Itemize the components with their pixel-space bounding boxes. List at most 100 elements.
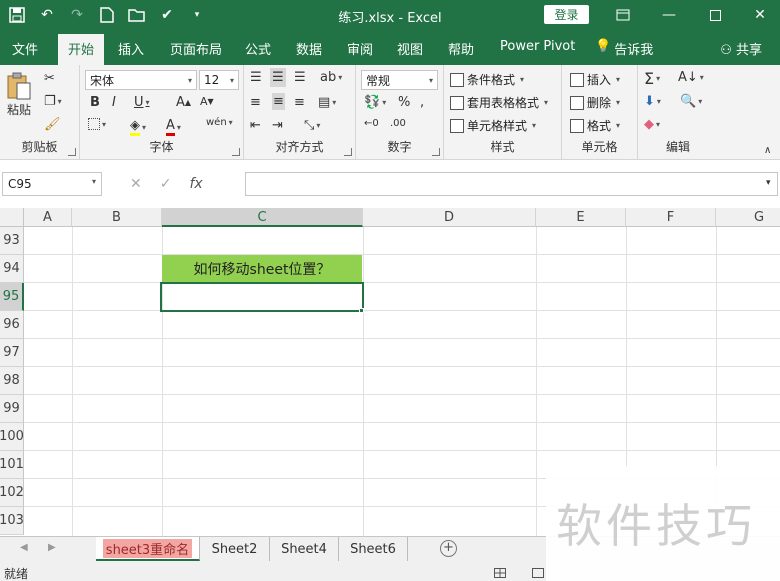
insert-function-icon[interactable]: fx: [189, 176, 202, 192]
align-center-icon[interactable]: ≡: [272, 93, 285, 110]
active-cell-c95[interactable]: [160, 282, 364, 312]
minimize-icon[interactable]: —: [654, 3, 684, 27]
format-cells-button[interactable]: 格式 ▾: [570, 117, 620, 134]
italic-icon[interactable]: I: [112, 95, 116, 110]
scroll-sheets-left-icon[interactable]: ◀: [20, 542, 28, 553]
row-header-101[interactable]: 101: [0, 451, 24, 479]
clipboard-launcher-icon[interactable]: [68, 148, 76, 156]
name-box[interactable]: C95 ▾: [2, 172, 102, 196]
scroll-sheets-right-icon[interactable]: ▶: [48, 542, 56, 553]
tab-formulas[interactable]: 公式: [245, 39, 271, 58]
column-header-c[interactable]: C: [162, 208, 363, 227]
confirm-formula-icon[interactable]: ✓: [160, 176, 172, 192]
row-header-95[interactable]: 95: [0, 283, 24, 311]
collapse-ribbon-icon[interactable]: ∧: [764, 145, 771, 156]
cell-styles-button[interactable]: 单元格样式 ▾: [450, 117, 536, 134]
tab-page-layout[interactable]: 页面布局: [170, 39, 222, 58]
conditional-formatting-button[interactable]: 条件格式 ▾: [450, 71, 524, 88]
formula-input[interactable]: [245, 172, 778, 196]
alignment-launcher-icon[interactable]: [344, 148, 352, 156]
cut-icon[interactable]: ✂: [44, 71, 55, 86]
fill-color-icon[interactable]: ◈ ▾: [130, 118, 146, 136]
font-name-select[interactable]: 宋体 ▾: [85, 70, 197, 90]
sheet-tab-sheet3[interactable]: sheet3重命名: [96, 537, 200, 561]
autosum-icon[interactable]: Σ ▾: [644, 69, 660, 88]
percent-icon[interactable]: %: [398, 95, 410, 110]
align-middle-icon[interactable]: ☰: [270, 68, 286, 87]
tab-view[interactable]: 视图: [397, 39, 423, 58]
close-icon[interactable]: ✕: [745, 3, 775, 27]
fill-icon[interactable]: ⬇ ▾: [644, 94, 661, 109]
number-launcher-icon[interactable]: [432, 148, 440, 156]
row-header-102[interactable]: 102: [0, 479, 24, 507]
font-color-icon[interactable]: A ▾: [166, 118, 181, 136]
comma-style-icon[interactable]: ,: [420, 95, 424, 110]
normal-view-icon[interactable]: [488, 564, 512, 581]
row-header-99[interactable]: 99: [0, 395, 24, 423]
column-header-e[interactable]: E: [536, 208, 626, 227]
sort-filter-icon[interactable]: A↓ ▾: [678, 70, 704, 85]
share-button[interactable]: ⚇ 共享: [720, 39, 762, 58]
fill-handle[interactable]: [359, 308, 364, 313]
decrease-font-icon[interactable]: A ▼: [200, 95, 214, 108]
paste-button[interactable]: 粘贴: [6, 71, 32, 118]
format-painter-icon[interactable]: 🖌: [44, 117, 61, 132]
maximize-icon[interactable]: [700, 3, 730, 27]
underline-icon[interactable]: U ▾: [134, 95, 150, 110]
align-left-icon[interactable]: ≡: [250, 95, 261, 110]
tab-data[interactable]: 数据: [296, 39, 322, 58]
format-as-table-button[interactable]: 套用表格格式 ▾: [450, 94, 548, 111]
tab-power-pivot[interactable]: Power Pivot: [500, 39, 575, 54]
tab-help[interactable]: 帮助: [448, 39, 474, 58]
column-header-f[interactable]: F: [626, 208, 716, 227]
borders-icon[interactable]: ▾: [88, 118, 106, 130]
increase-indent-icon[interactable]: ⇥: [272, 118, 283, 133]
sheet-tab-sheet2[interactable]: Sheet2: [200, 537, 270, 561]
phonetic-guide-icon[interactable]: wén ▾: [206, 117, 233, 128]
ribbon-display-options-icon[interactable]: [608, 3, 638, 27]
cell-c94[interactable]: 如何移动sheet位置？: [162, 255, 362, 283]
row-header-97[interactable]: 97: [0, 339, 24, 367]
insert-cells-button[interactable]: 插入 ▾: [570, 71, 620, 88]
increase-font-icon[interactable]: A ▲: [176, 95, 191, 110]
merge-center-icon[interactable]: ⤡ ▾: [304, 118, 320, 133]
tell-me-search[interactable]: 💡 告诉我: [595, 39, 653, 58]
tab-home[interactable]: 开始: [58, 34, 105, 65]
align-bottom-icon[interactable]: ☰: [294, 70, 306, 85]
sheet-tab-sheet6[interactable]: Sheet6: [339, 537, 408, 561]
expand-formula-bar-icon[interactable]: ▾: [766, 178, 771, 188]
name-box-dropdown-icon[interactable]: ▾: [92, 177, 96, 191]
bold-icon[interactable]: B: [90, 95, 100, 110]
delete-cells-button[interactable]: 删除 ▾: [570, 94, 620, 111]
number-format-select[interactable]: 常规 ▾: [361, 70, 438, 90]
row-header-96[interactable]: 96: [0, 311, 24, 339]
add-sheet-icon[interactable]: +: [440, 540, 457, 557]
column-header-a[interactable]: A: [24, 208, 72, 227]
row-header-94[interactable]: 94: [0, 255, 24, 283]
font-size-select[interactable]: 12 ▾: [199, 70, 239, 90]
font-launcher-icon[interactable]: [232, 148, 240, 156]
wrap-text-icon[interactable]: ▤ ▾: [318, 95, 336, 110]
decrease-indent-icon[interactable]: ⇤: [250, 118, 261, 133]
clear-icon[interactable]: ◆ ▾: [644, 117, 660, 132]
row-header-98[interactable]: 98: [0, 367, 24, 395]
column-header-g[interactable]: G: [716, 208, 780, 227]
tab-file[interactable]: 文件: [12, 39, 38, 58]
row-header-103[interactable]: 103: [0, 507, 24, 535]
column-header-b[interactable]: B: [72, 208, 162, 227]
row-header-100[interactable]: 100: [0, 423, 24, 451]
column-header-d[interactable]: D: [363, 208, 536, 227]
find-select-icon[interactable]: 🔍 ▾: [680, 94, 702, 109]
tab-review[interactable]: 审阅: [347, 39, 373, 58]
select-all-corner[interactable]: [0, 208, 24, 227]
cancel-formula-icon[interactable]: ✕: [130, 176, 142, 192]
decrease-decimal-icon[interactable]: .00: [390, 118, 406, 129]
row-header-93[interactable]: 93: [0, 227, 24, 255]
accounting-format-icon[interactable]: 💱 ▾: [364, 95, 386, 110]
tab-insert[interactable]: 插入: [118, 39, 144, 58]
login-button[interactable]: 登录: [544, 5, 589, 24]
align-top-icon[interactable]: ☰: [250, 70, 262, 85]
sheet-tab-sheet4[interactable]: Sheet4: [270, 537, 339, 561]
increase-decimal-icon[interactable]: ←0: [364, 118, 379, 129]
copy-icon[interactable]: ❐ ▾: [44, 94, 62, 109]
